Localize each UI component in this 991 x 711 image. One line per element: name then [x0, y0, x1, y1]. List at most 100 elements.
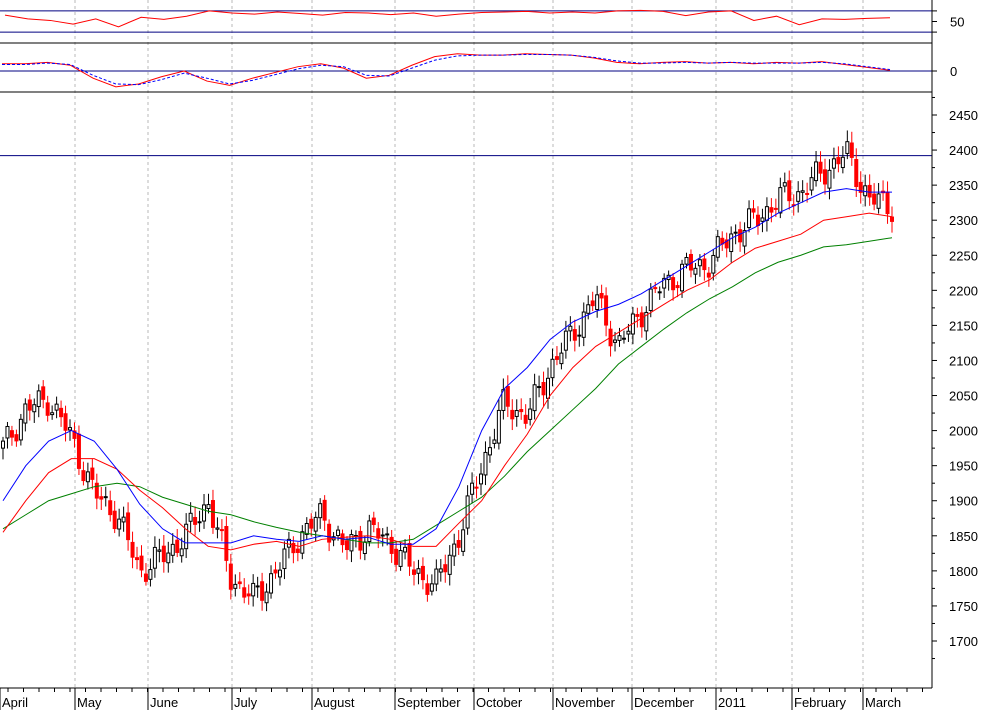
candle-body	[729, 233, 734, 253]
y-tick-label: 2000	[949, 424, 978, 439]
candle-body	[300, 531, 305, 554]
candle-body	[228, 563, 233, 590]
candle-body	[702, 258, 707, 271]
candle-body	[541, 381, 546, 396]
candle-body	[773, 207, 778, 210]
candle-body	[179, 548, 184, 557]
candle-body	[648, 288, 653, 311]
candle-body	[344, 540, 349, 551]
candle-body	[577, 334, 582, 337]
candle-body	[434, 568, 439, 585]
candle-body	[90, 467, 95, 480]
candle-body	[474, 486, 479, 489]
candle-body	[782, 182, 787, 187]
y-tick-label: 2150	[949, 318, 978, 333]
y-tick-label: 1700	[949, 634, 978, 649]
candle-body	[295, 548, 300, 553]
candle-body	[671, 277, 676, 291]
oscillator-panel: 50	[0, 9, 964, 33]
candle-body	[1, 440, 5, 449]
candle-body	[514, 410, 519, 417]
candle-body	[863, 185, 868, 197]
candle-body	[693, 267, 698, 275]
x-tick-label: April	[2, 695, 28, 710]
candle-body	[398, 550, 403, 567]
candle-body	[796, 191, 801, 202]
candle-body	[269, 573, 274, 594]
y-tick-label: 1750	[949, 599, 978, 614]
candle-body	[202, 504, 207, 522]
candle-body	[188, 512, 193, 522]
candle-body	[626, 330, 631, 335]
y-tick-label: 1950	[949, 459, 978, 474]
moving-average-short	[2, 188, 892, 545]
x-tick-label: May	[77, 695, 102, 710]
candle-body	[849, 142, 854, 158]
candle-body	[318, 503, 323, 519]
candle-body	[697, 259, 702, 267]
candle-body	[599, 292, 604, 299]
candle-body	[505, 386, 510, 407]
candle-body	[130, 541, 135, 558]
candle-body	[117, 518, 122, 530]
candle-body	[376, 528, 381, 539]
candle-body	[161, 545, 166, 563]
x-tick-label: 2011	[718, 695, 746, 710]
candle-body	[604, 295, 609, 326]
candle-body	[210, 500, 215, 528]
candle-body	[336, 529, 341, 537]
candle-body	[425, 583, 430, 595]
candle-body	[282, 548, 287, 570]
y-tick-label: 2450	[949, 108, 978, 123]
candle-body	[572, 329, 577, 341]
candle-body	[255, 585, 260, 588]
candle-body	[215, 527, 220, 530]
candle-body	[394, 548, 399, 565]
candle-body	[751, 208, 756, 213]
macd-line	[2, 53, 891, 88]
candle-body	[885, 191, 890, 215]
candle-body	[237, 581, 242, 585]
oscillator-line	[4, 9, 891, 28]
candle-body	[273, 569, 278, 574]
y-tick-label: 2050	[949, 389, 978, 404]
candle-body	[14, 434, 19, 442]
candle-body	[586, 304, 591, 314]
candle-body	[613, 339, 618, 343]
candle-body	[528, 408, 533, 420]
candle-body	[429, 583, 434, 592]
candle-body	[519, 409, 524, 413]
x-tick-label: June	[150, 695, 178, 710]
candle-body	[322, 499, 327, 521]
candle-body	[836, 157, 841, 165]
candle-body	[18, 418, 23, 441]
candle-body	[787, 180, 792, 202]
candle-body	[246, 593, 251, 597]
candle-body	[76, 433, 81, 469]
candle-body	[550, 358, 555, 379]
macd-panel: 0	[0, 53, 957, 88]
y-tick-label: 1800	[949, 564, 978, 579]
x-tick-label: September	[397, 695, 461, 710]
candle-body	[233, 583, 238, 589]
candle-body	[23, 403, 28, 424]
candle-body	[206, 504, 211, 510]
candle-body	[876, 193, 881, 209]
candle-body	[385, 533, 390, 536]
candle-body	[251, 582, 256, 597]
candle-body	[621, 337, 626, 340]
candle-body	[112, 510, 117, 530]
candle-body	[193, 516, 198, 525]
candle-body	[411, 569, 416, 575]
y-tick-label: 2100	[949, 353, 978, 368]
candle-body	[108, 500, 113, 516]
candle-body	[277, 569, 282, 578]
candle-body	[559, 352, 564, 365]
y-tick-label: 2200	[949, 283, 978, 298]
candle-body	[197, 521, 202, 524]
candle-body	[59, 407, 64, 418]
candle-body	[68, 427, 73, 431]
candle-body	[175, 539, 180, 553]
candle-body	[456, 540, 461, 548]
candle-body	[706, 272, 711, 278]
